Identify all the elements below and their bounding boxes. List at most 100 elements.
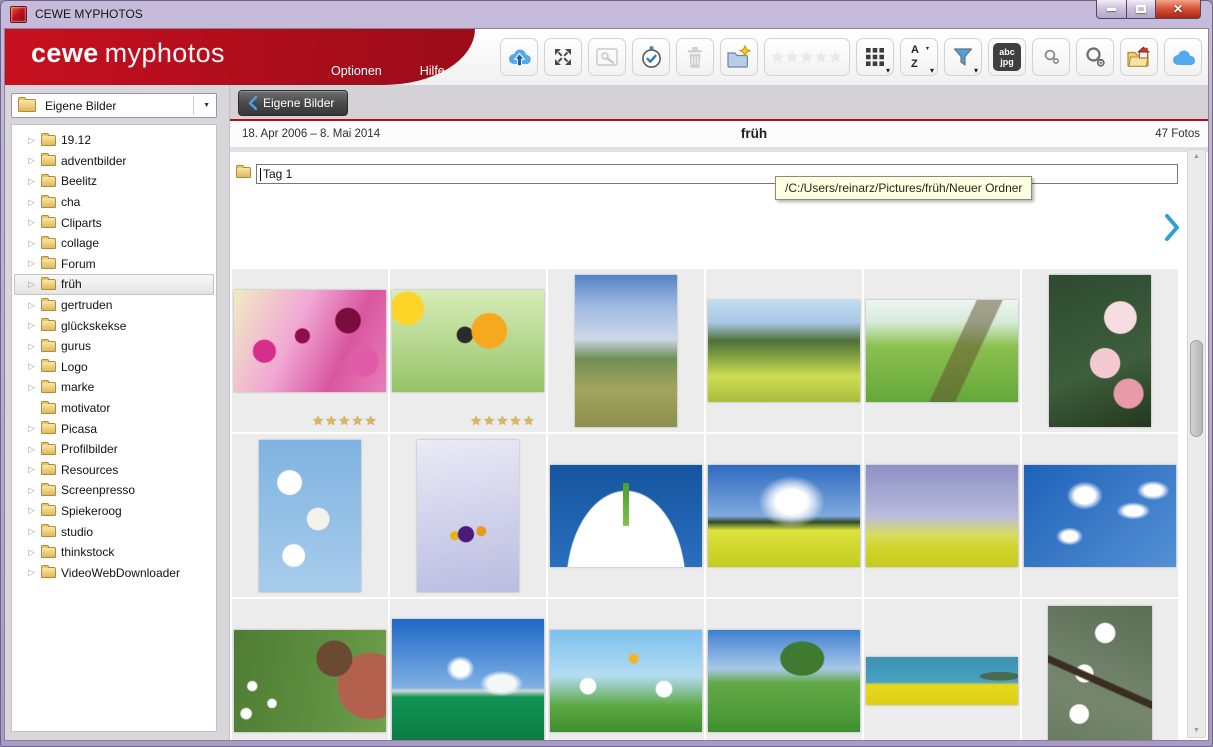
- sidebar-folder-thinkstock[interactable]: ▷thinkstock: [14, 542, 214, 563]
- sidebar-folder-gurus[interactable]: ▷gurus: [14, 336, 214, 357]
- content-scroll-area: Tag 1 /C:/Users/reinarz/Pictures/früh/Ne…: [230, 147, 1208, 740]
- sidebar-folder-adventbilder[interactable]: ▷adventbilder: [14, 151, 214, 172]
- new-folder-name-input[interactable]: Tag 1: [256, 164, 1178, 184]
- open-folder-button[interactable]: [1120, 38, 1158, 76]
- expander-icon[interactable]: ▷: [27, 505, 36, 516]
- photo-thumbnail[interactable]: [392, 619, 544, 741]
- expander-icon[interactable]: ▷: [27, 300, 36, 311]
- photo-thumbnail[interactable]: [234, 290, 386, 392]
- expander-icon[interactable]: ▷: [27, 526, 36, 537]
- photo-rating-stars[interactable]: ★★★★★: [312, 413, 378, 429]
- menu-hilfe[interactable]: Hilfe: [420, 64, 445, 78]
- close-button[interactable]: ✕: [1156, 0, 1201, 19]
- folder-label: marke: [61, 380, 94, 394]
- sidebar-folder-collage[interactable]: ▷collage: [14, 233, 214, 254]
- expander-icon[interactable]: ▷: [27, 320, 36, 331]
- expander-icon[interactable]: ▷: [27, 444, 36, 455]
- rename-button[interactable]: abcjpg: [988, 38, 1026, 76]
- folder-icon: [41, 300, 56, 311]
- expander-icon[interactable]: ▷: [27, 547, 36, 558]
- sidebar-folder-cha[interactable]: ▷cha: [14, 192, 214, 213]
- expander-icon[interactable]: ▷: [27, 361, 36, 372]
- photo-thumbnail[interactable]: [1024, 465, 1176, 567]
- sidebar-folder-früh[interactable]: ▷früh: [14, 274, 214, 295]
- sidebar-folder-glückskekse[interactable]: ▷glückskekse: [14, 315, 214, 336]
- back-button[interactable]: Eigene Bilder: [238, 90, 348, 116]
- folder-label: Logo: [61, 360, 88, 374]
- fullscreen-button[interactable]: [544, 38, 582, 76]
- upload-button[interactable]: [500, 38, 538, 76]
- photo-thumbnail[interactable]: [392, 290, 544, 392]
- photo-thumbnail[interactable]: [1049, 275, 1151, 427]
- sidebar-folder-Profilbilder[interactable]: ▷Profilbilder: [14, 439, 214, 460]
- sidebar-folder-motivator[interactable]: motivator: [14, 398, 214, 419]
- sidebar-folder-Forum[interactable]: ▷Forum: [14, 254, 214, 275]
- sidebar-folder-Logo[interactable]: ▷ Logo: [14, 357, 214, 378]
- minimize-button[interactable]: [1096, 0, 1127, 19]
- photo-thumbnail[interactable]: [866, 657, 1018, 705]
- photo-thumbnail[interactable]: [234, 630, 386, 732]
- sidebar-folder-19.12[interactable]: ▷19.12: [14, 130, 214, 151]
- text-caret: [260, 168, 261, 181]
- sidebar-folder-Screenpresso[interactable]: ▷Screenpresso: [14, 480, 214, 501]
- scrollbar-thumb[interactable]: [1190, 340, 1203, 437]
- menu-optionen[interactable]: Optionen: [331, 64, 382, 78]
- expander-icon[interactable]: ▷: [27, 485, 36, 496]
- title-row: 18. Apr 2006 – 8. Mai 2014 früh 47 Fotos: [230, 121, 1208, 147]
- sidebar-folder-gertruden[interactable]: ▷gertruden: [14, 295, 214, 316]
- vertical-scrollbar[interactable]: ▲ ▼: [1187, 149, 1206, 738]
- expander-icon[interactable]: ▷: [27, 382, 36, 393]
- photo-thumbnail[interactable]: [417, 440, 519, 592]
- expander-icon[interactable]: ▷: [27, 238, 36, 249]
- photo-thumbnail[interactable]: [550, 465, 702, 567]
- image-edit-icon: [595, 46, 619, 68]
- sidebar-folder-VideoWebDownloader[interactable]: ▷VideoWebDownloader: [14, 562, 214, 583]
- back-button-label: Eigene Bilder: [263, 96, 334, 110]
- scroll-down-icon[interactable]: ▼: [1188, 727, 1205, 734]
- maximize-button[interactable]: [1127, 0, 1156, 19]
- photo-thumbnail[interactable]: [708, 465, 860, 567]
- view-grid-button[interactable]: ▾: [856, 38, 894, 76]
- sidebar-folder-marke[interactable]: ▷ marke: [14, 377, 214, 398]
- photo-thumbnail[interactable]: [866, 300, 1018, 402]
- expander-icon[interactable]: ▷: [27, 464, 36, 475]
- photo-thumbnail[interactable]: [866, 465, 1018, 567]
- photo-thumbnail[interactable]: [1048, 606, 1152, 741]
- sort-button[interactable]: A▾Z▾: [900, 38, 938, 76]
- expander-icon[interactable]: ▷: [27, 135, 36, 146]
- sidebar-folder-Cliparts[interactable]: ▷Cliparts: [14, 212, 214, 233]
- sidebar-folder-studio[interactable]: ▷studio: [14, 521, 214, 542]
- timeline-button[interactable]: [632, 38, 670, 76]
- photo-thumbnail[interactable]: [708, 630, 860, 732]
- scroll-up-icon[interactable]: ▲: [1188, 153, 1205, 160]
- expander-icon[interactable]: ▷: [27, 567, 36, 578]
- expander-icon[interactable]: ▷: [27, 176, 36, 187]
- expander-icon[interactable]: ▷: [27, 155, 36, 166]
- new-folder-button[interactable]: [720, 38, 758, 76]
- sidebar-folder-Resources[interactable]: ▷Resources: [14, 460, 214, 481]
- zoom-large-button[interactable]: [1076, 38, 1114, 76]
- photo-thumbnail[interactable]: [575, 275, 677, 427]
- photo-rating-stars[interactable]: ★★★★★: [470, 413, 536, 429]
- folder-label: motivator: [61, 401, 110, 415]
- expander-icon[interactable]: ▷: [27, 197, 36, 208]
- expander-icon[interactable]: ▷: [27, 341, 36, 352]
- filter-button[interactable]: ▾: [944, 38, 982, 76]
- photo-cell: ★★★★★: [232, 269, 388, 432]
- photo-thumbnail[interactable]: [259, 440, 361, 592]
- cloud-button[interactable]: [1164, 38, 1202, 76]
- sidebar-folder-Beelitz[interactable]: ▷Beelitz: [14, 171, 214, 192]
- titlebar[interactable]: CEWE MYPHOTOS ✕: [0, 0, 1213, 28]
- sidebar-folder-Spiekeroog[interactable]: ▷Spiekeroog: [14, 501, 214, 522]
- sidebar-folder-Picasa[interactable]: ▷Picasa: [14, 418, 214, 439]
- photo-thumbnail[interactable]: [708, 300, 860, 402]
- chevron-down-icon[interactable]: ▼: [193, 96, 214, 115]
- zoom-small-button[interactable]: [1032, 38, 1070, 76]
- collection-selector[interactable]: Eigene Bilder ▼: [11, 93, 217, 118]
- expander-icon[interactable]: ▷: [27, 258, 36, 269]
- photo-thumbnail[interactable]: [550, 630, 702, 732]
- chevron-right-icon[interactable]: [1164, 214, 1180, 241]
- expander-icon[interactable]: ▷: [27, 423, 36, 434]
- expander-icon[interactable]: ▷: [27, 217, 36, 228]
- expander-icon[interactable]: ▷: [27, 279, 36, 290]
